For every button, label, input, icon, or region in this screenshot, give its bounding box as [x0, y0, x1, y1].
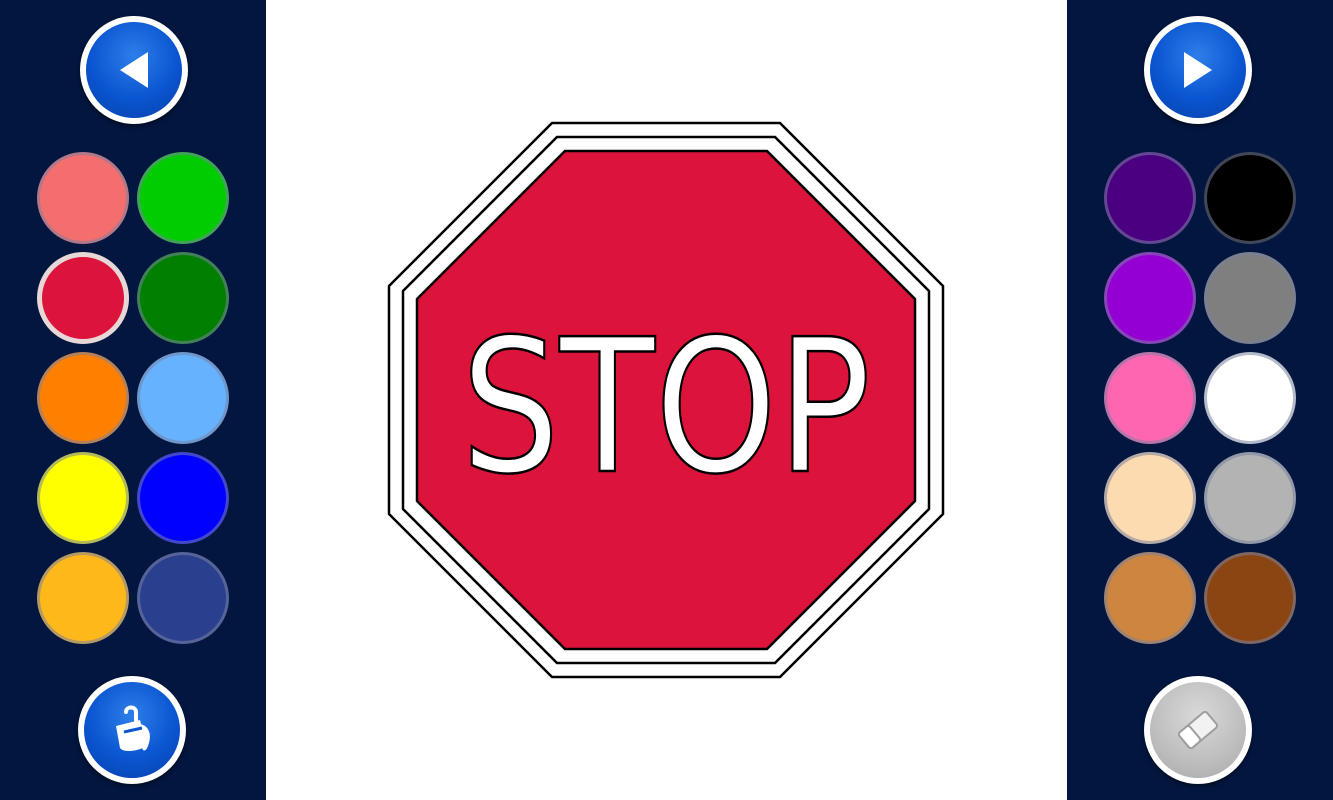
right-panel — [1067, 0, 1333, 800]
stop-sign-picture[interactable]: STOP — [266, 0, 1067, 800]
sign-text: STOP — [461, 299, 871, 515]
eraser-icon — [1178, 710, 1218, 750]
color-swatch-right-2[interactable] — [1204, 152, 1296, 244]
color-swatch-right-1[interactable] — [1104, 152, 1196, 244]
color-swatch-right-6[interactable] — [1204, 352, 1296, 444]
paint-bucket-icon — [116, 705, 150, 751]
color-swatch-left-4[interactable] — [137, 252, 229, 344]
color-swatch-left-10[interactable] — [137, 552, 229, 644]
drawing-canvas[interactable]: STOP — [266, 0, 1067, 800]
color-swatch-right-10[interactable] — [1204, 552, 1296, 644]
color-swatch-left-3[interactable] — [37, 252, 129, 344]
color-swatch-right-3[interactable] — [1104, 252, 1196, 344]
left-panel — [0, 0, 266, 800]
color-swatch-left-7[interactable] — [37, 452, 129, 544]
arrow-left-icon — [120, 52, 148, 88]
color-swatch-left-6[interactable] — [137, 352, 229, 444]
left-color-palette — [37, 152, 229, 644]
previous-picture-button[interactable] — [80, 16, 188, 124]
color-swatch-right-8[interactable] — [1204, 452, 1296, 544]
coloring-app: STOP — [0, 0, 1333, 800]
right-color-palette — [1104, 152, 1296, 644]
color-swatch-left-5[interactable] — [37, 352, 129, 444]
color-swatch-right-9[interactable] — [1104, 552, 1196, 644]
fill-tool-button[interactable] — [78, 676, 186, 784]
arrow-right-icon — [1184, 52, 1212, 88]
color-swatch-left-9[interactable] — [37, 552, 129, 644]
color-swatch-right-7[interactable] — [1104, 452, 1196, 544]
color-swatch-left-1[interactable] — [37, 152, 129, 244]
color-swatch-right-5[interactable] — [1104, 352, 1196, 444]
color-swatch-right-4[interactable] — [1204, 252, 1296, 344]
next-picture-button[interactable] — [1144, 16, 1252, 124]
eraser-tool-button[interactable] — [1144, 676, 1252, 784]
color-swatch-left-2[interactable] — [137, 152, 229, 244]
color-swatch-left-8[interactable] — [137, 452, 229, 544]
